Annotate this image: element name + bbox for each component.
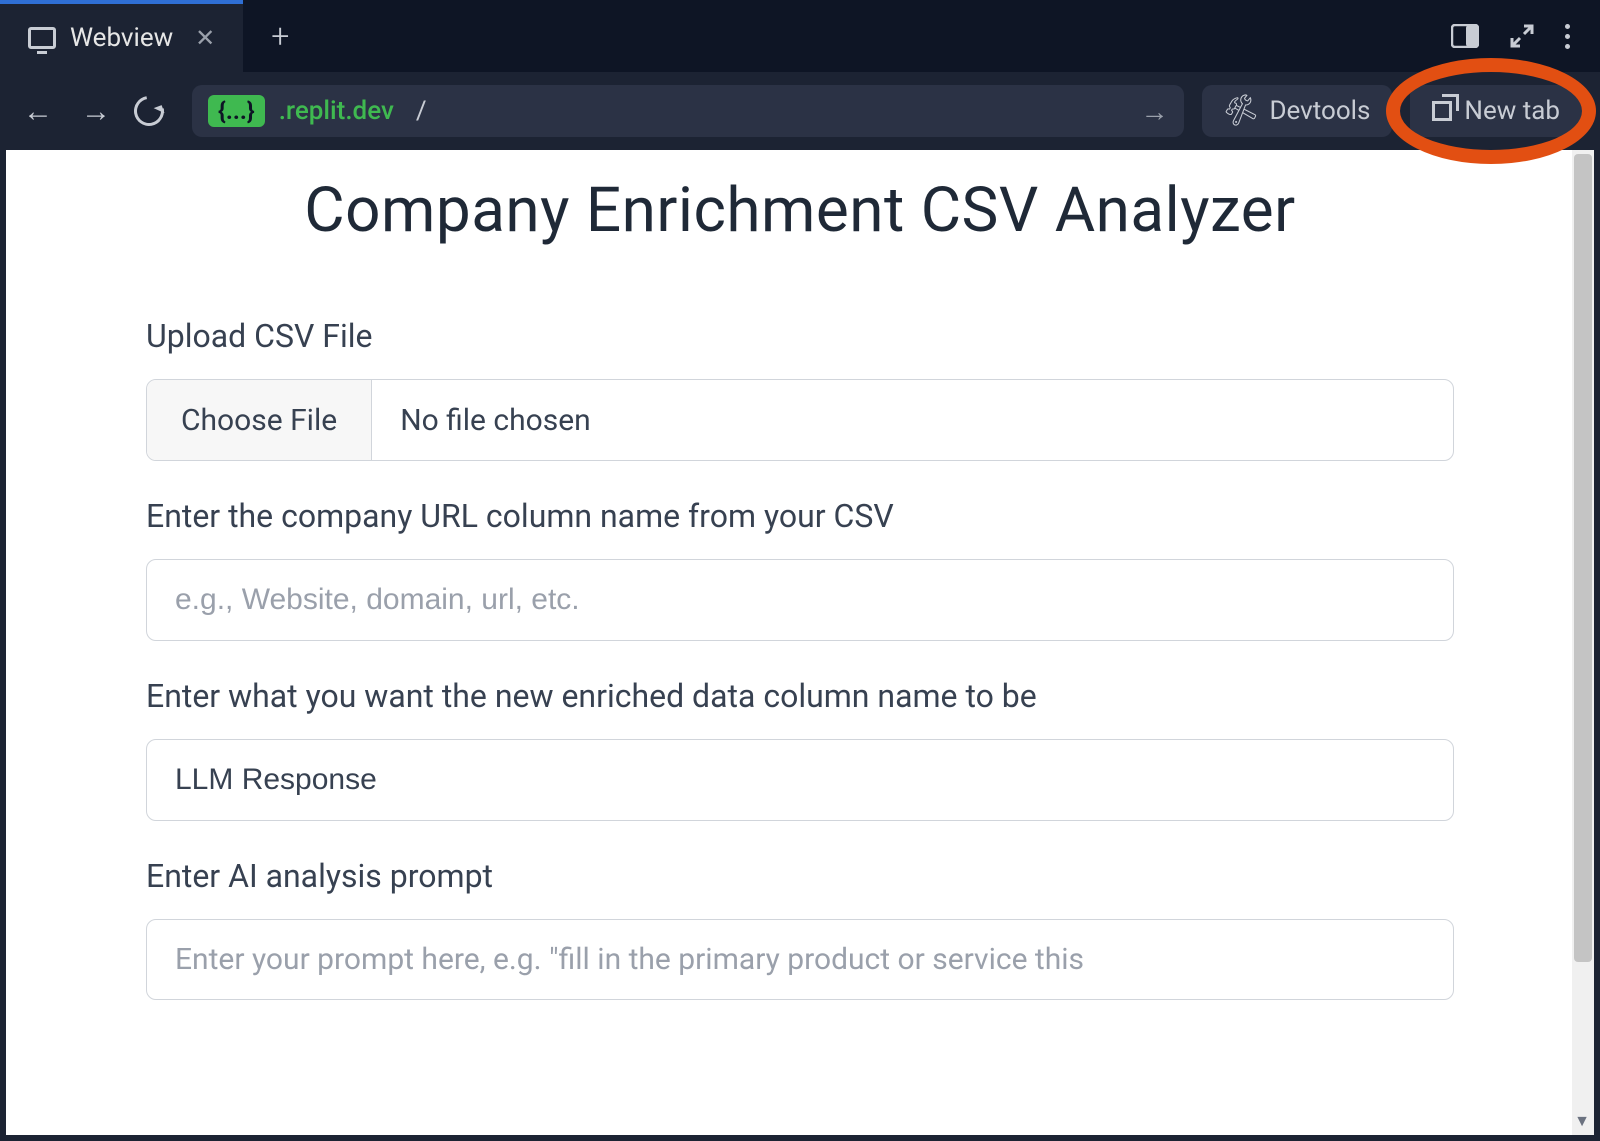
- tab-strip: Webview ✕ +: [0, 0, 1600, 72]
- go-arrow-icon[interactable]: →: [1140, 95, 1168, 128]
- url-column-input[interactable]: [146, 559, 1454, 641]
- reload-icon: [128, 90, 170, 132]
- forward-button[interactable]: →: [76, 94, 116, 129]
- page-scroll: ▼ Company Enrichment CSV Analyzer Upload…: [6, 150, 1594, 1135]
- new-tab-button[interactable]: New tab: [1410, 85, 1582, 137]
- back-button[interactable]: ←: [18, 94, 58, 129]
- devtools-label: Devtools: [1269, 96, 1370, 126]
- devtools-button[interactable]: 🛠 Devtools: [1202, 85, 1392, 137]
- sidebar-toggle-icon[interactable]: [1451, 24, 1479, 48]
- scrollbar-down-arrow-icon[interactable]: ▼: [1574, 1111, 1590, 1131]
- file-input-row[interactable]: Choose File No file chosen: [146, 379, 1454, 461]
- url-domain: .replit.dev: [279, 96, 394, 126]
- address-bar[interactable]: {...} .replit.dev / →: [192, 85, 1184, 137]
- upload-label: Upload CSV File: [146, 317, 1454, 355]
- url-column-label: Enter the company URL column name from y…: [146, 497, 1454, 535]
- scrollbar-track[interactable]: ▼: [1572, 150, 1594, 1135]
- ide-frame: Webview ✕ + ← → {...} .replit.dev / → 🛠 …: [0, 0, 1600, 1141]
- more-menu-icon[interactable]: [1565, 24, 1570, 49]
- reload-button[interactable]: [134, 96, 174, 126]
- webview-content: ▼ Company Enrichment CSV Analyzer Upload…: [0, 150, 1600, 1141]
- prompt-placeholder: Enter your prompt here, e.g. "fill in th…: [175, 942, 1084, 977]
- expand-icon[interactable]: [1509, 23, 1535, 49]
- prompt-textarea[interactable]: Enter your prompt here, e.g. "fill in th…: [146, 919, 1454, 1000]
- url-toolbar: ← → {...} .replit.dev / → 🛠 Devtools New…: [0, 72, 1600, 150]
- scrollbar-thumb[interactable]: [1574, 154, 1592, 962]
- prompt-label: Enter AI analysis prompt: [146, 857, 1454, 895]
- choose-file-button[interactable]: Choose File: [147, 380, 372, 460]
- new-tab-label: New tab: [1464, 96, 1560, 126]
- tab-webview[interactable]: Webview ✕: [0, 0, 243, 72]
- file-status-text: No file chosen: [372, 403, 619, 438]
- page-title: Company Enrichment CSV Analyzer: [146, 174, 1454, 247]
- tab-label: Webview: [70, 23, 173, 53]
- wrench-icon: 🛠: [1220, 91, 1261, 130]
- new-tab-plus-icon[interactable]: +: [271, 17, 289, 55]
- new-column-input[interactable]: [146, 739, 1454, 821]
- close-tab-icon[interactable]: ✕: [195, 24, 215, 52]
- url-chip: {...}: [208, 95, 265, 127]
- external-link-icon: [1432, 101, 1452, 121]
- url-path: /: [416, 96, 427, 126]
- new-column-label: Enter what you want the new enriched dat…: [146, 677, 1454, 715]
- monitor-icon: [28, 27, 56, 49]
- page-body: Company Enrichment CSV Analyzer Upload C…: [6, 174, 1594, 1040]
